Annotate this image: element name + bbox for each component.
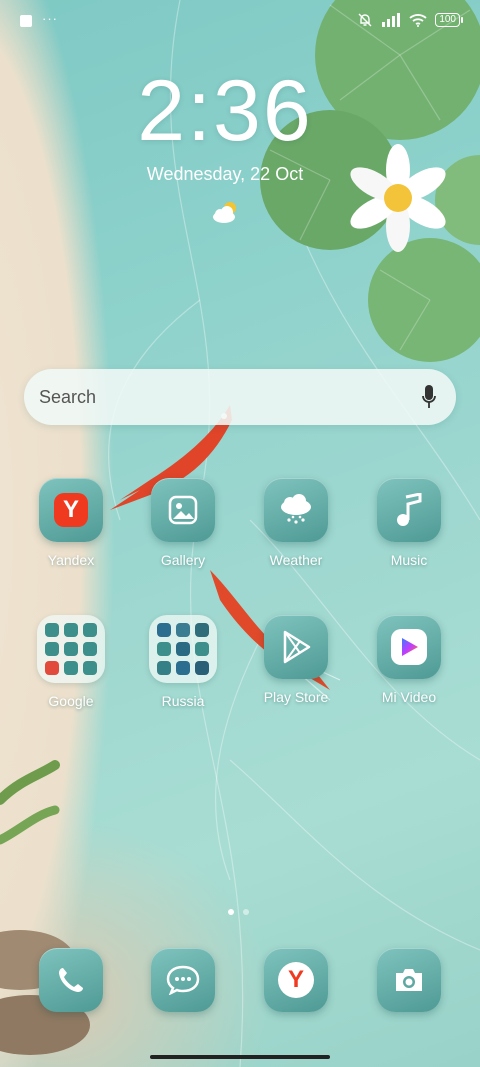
signal-icon (382, 13, 401, 27)
play-store-icon (264, 615, 328, 679)
app-label: Russia (161, 693, 205, 709)
folder-russia[interactable]: Russia (141, 615, 225, 709)
search-placeholder: Search (39, 387, 97, 407)
app-weather[interactable]: Weather (254, 478, 338, 568)
weather-icon (264, 478, 328, 542)
camera-icon (377, 948, 441, 1012)
russia-folder-icon (149, 615, 217, 683)
more-notifications-icon: ··· (42, 11, 58, 26)
date[interactable]: Wednesday, 22 Oct (100, 164, 350, 185)
clock[interactable]: 2:36 (0, 62, 450, 161)
notification-icon (20, 15, 32, 27)
app-gallery[interactable]: Gallery (141, 478, 225, 568)
page-indicator[interactable] (228, 909, 249, 915)
app-mi-video[interactable]: Mi Video (367, 615, 451, 705)
music-icon (377, 478, 441, 542)
app-label: Google (48, 693, 94, 709)
home-screen: ··· 100 2:36 Wednesday, 22 Oct Search Y … (0, 0, 480, 1067)
microphone-icon[interactable] (422, 385, 436, 409)
google-folder-icon (37, 615, 105, 683)
app-yandex[interactable]: Y Yandex (29, 478, 113, 568)
mi-video-icon (377, 615, 441, 679)
messages-icon (151, 948, 215, 1012)
dock-phone[interactable] (29, 948, 113, 1012)
gesture-bar[interactable] (150, 1055, 330, 1059)
yandex-browser-icon: Y (39, 478, 103, 542)
app-label: Weather (269, 552, 323, 568)
status-icons: 100 (357, 12, 463, 28)
dock-yandex[interactable]: Y (254, 948, 338, 1012)
app-label: Music (390, 552, 428, 568)
phone-icon (39, 948, 103, 1012)
app-label: Yandex (47, 552, 95, 568)
page-dot-2[interactable] (243, 909, 249, 915)
app-label: Gallery (160, 552, 206, 568)
search-bar[interactable]: Search (24, 369, 456, 425)
partly-cloudy-icon (213, 202, 236, 223)
app-label: Play Store (263, 689, 329, 705)
folder-google[interactable]: Google (29, 615, 113, 709)
app-play-store[interactable]: Play Store (254, 615, 338, 705)
status-bar: ··· 100 (0, 0, 480, 40)
wifi-icon (409, 14, 427, 27)
muted-bell-icon (358, 13, 372, 27)
page-dot-1[interactable] (228, 909, 234, 915)
dock-messages[interactable] (141, 948, 225, 1012)
yandex-icon: Y (264, 948, 328, 1012)
dock-camera[interactable] (367, 948, 451, 1012)
battery-indicator: 100 (435, 13, 463, 27)
app-label: Mi Video (381, 689, 437, 705)
app-music[interactable]: Music (367, 478, 451, 568)
gallery-icon (151, 478, 215, 542)
